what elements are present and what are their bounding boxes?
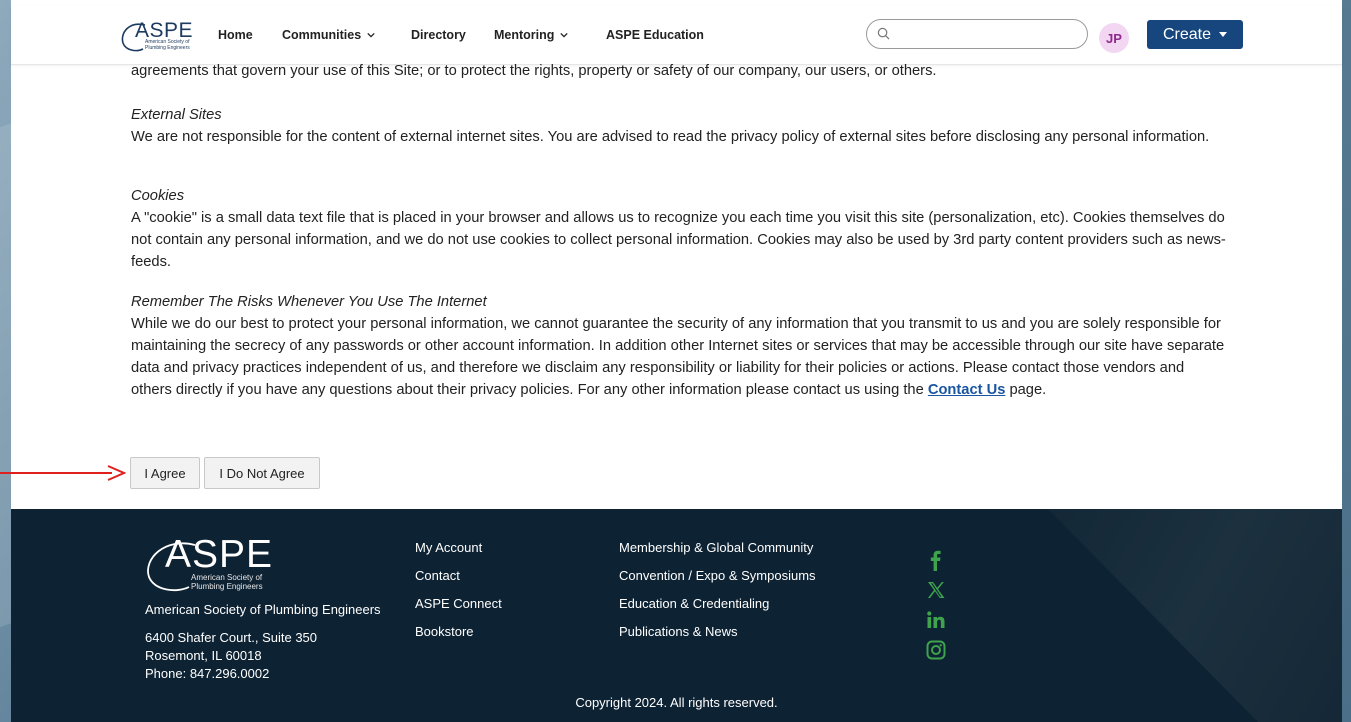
footer-links-col2: Membership & Global Community Convention… [619,540,816,652]
caret-down-icon [1219,32,1228,37]
nav-communities[interactable]: Communities [282,28,375,42]
nav-home[interactable]: Home [218,28,253,42]
privacy-text: agreements that govern your use of this … [131,63,937,79]
x-icon[interactable] [926,579,946,601]
footer-link-education[interactable]: Education & Credentialing [619,596,816,624]
section-heading: Remember The Risks Whenever You Use The … [131,294,487,310]
section-heading: External Sites [131,107,222,123]
section-body: We are not responsible for the content o… [131,129,1210,145]
footer-logo-text: ASPE [165,533,274,576]
footer-logo-subtitle: American Society of Plumbing Engineers [191,573,263,591]
footer-link-contact[interactable]: Contact [415,568,502,596]
nav-home-label: Home [218,28,253,42]
address-line-2: Rosemont, IL 60018 [145,648,262,663]
aspe-logo[interactable]: ASPE American Society of Plumbing Engine… [119,19,203,55]
chevron-down-icon [560,32,569,38]
contact-us-link[interactable]: Contact Us [928,382,1006,398]
section-external-sites: External Sites We are not responsible fo… [131,104,1226,148]
section-heading: Cookies [131,188,185,204]
site-footer: ASPE American Society of Plumbing Engine… [11,509,1342,722]
footer-logo[interactable]: ASPE American Society of Plumbing Engine… [143,533,293,594]
nav-mentoring-label: Mentoring [494,28,555,42]
top-navbar: ASPE American Society of Plumbing Engine… [11,6,1342,65]
i-agree-button[interactable]: I Agree [130,457,200,489]
annotation-arrow-icon [0,465,126,481]
footer-link-convention[interactable]: Convention / Expo & Symposiums [619,568,816,596]
section-cookies: Cookies A "cookie" is a small data text … [131,185,1226,273]
facebook-icon[interactable] [926,549,946,571]
logo-subtitle: American Society of Plumbing Engineers [145,39,190,51]
nav-aspe-education-label: ASPE Education [606,28,704,42]
copyright-text: Copyright 2024. All rights reserved. [575,695,778,710]
footer-phone: Phone: 847.296.0002 [145,666,270,681]
nav-mentoring[interactable]: Mentoring [494,28,569,42]
linkedin-icon[interactable] [926,609,946,631]
section-body: While we do our best to protect your per… [131,313,1226,401]
footer-link-publications[interactable]: Publications & News [619,624,816,652]
section-internet-risks: Remember The Risks Whenever You Use The … [131,291,1226,401]
search-icon [877,27,890,40]
main-panel: ASPE American Society of Plumbing Engine… [11,0,1342,509]
section-body-tail: page. [1009,382,1047,398]
footer-org-name: American Society of Plumbing Engineers [145,602,381,617]
search-input[interactable] [866,19,1088,49]
footer-link-bookstore[interactable]: Bookstore [415,624,502,652]
footer-decor [1048,509,1342,722]
nav-aspe-education[interactable]: ASPE Education [606,28,704,42]
nav-directory[interactable]: Directory [411,28,466,42]
privacy-top-line: agreements that govern your use of this … [131,60,1226,82]
instagram-icon[interactable] [926,639,946,661]
address-line-1: 6400 Shafer Court., Suite 350 [145,630,318,645]
nav-communities-label: Communities [282,28,362,42]
chevron-down-icon [367,32,375,38]
create-button[interactable]: Create [1147,20,1243,49]
footer-link-aspe-connect[interactable]: ASPE Connect [415,596,502,624]
footer-link-membership[interactable]: Membership & Global Community [619,540,816,568]
create-button-label: Create [1162,25,1212,43]
nav-directory-label: Directory [411,28,466,42]
footer-address: 6400 Shafer Court., Suite 350 Rosemont, … [145,629,317,683]
section-body-text: While we do our best to protect your per… [131,316,1225,398]
social-links [926,549,946,661]
footer-links-col1: My Account Contact ASPE Connect Bookstor… [415,540,502,652]
avatar[interactable]: JP [1099,23,1129,53]
i-do-not-agree-button[interactable]: I Do Not Agree [204,457,320,489]
footer-link-my-account[interactable]: My Account [415,540,502,568]
section-body: A "cookie" is a small data text file tha… [131,210,1226,270]
